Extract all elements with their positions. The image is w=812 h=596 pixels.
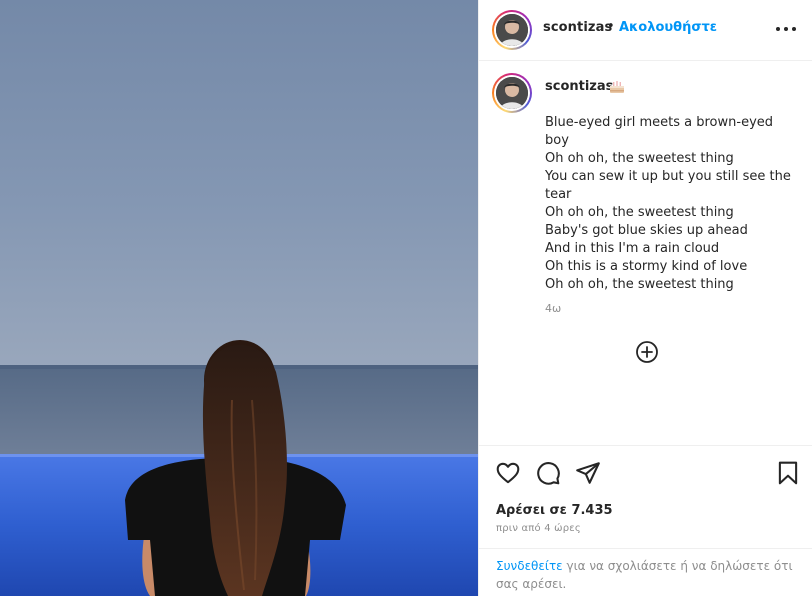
caption-line: Oh this is a stormy kind of love (545, 259, 748, 274)
post-photo[interactable] (0, 0, 478, 596)
bookmark-icon[interactable] (775, 460, 801, 486)
post-username[interactable]: scontizas (543, 20, 612, 35)
caption-timestamp[interactable]: 4ω (545, 302, 561, 315)
login-prompt-text: Συνδεθείτε για να σχολιάσετε ή να δηλώσε… (496, 557, 796, 593)
post-timestamp: πριν από 4 ώρες (496, 523, 581, 534)
avatar[interactable] (492, 10, 532, 50)
share-icon[interactable] (575, 460, 601, 486)
caption-line: Blue-eyed girl meets a brown-eyed (545, 115, 774, 130)
avatar-image (496, 14, 528, 46)
caption-line: Oh oh oh, the sweetest thing (545, 205, 734, 220)
caption-line: Oh oh oh, the sweetest thing (545, 151, 734, 166)
caption-line: Baby's got blue skies up ahead (545, 223, 748, 238)
caption-text: Blue-eyed girl meets a brown-eyed boy Oh… (545, 114, 795, 294)
comment-icon[interactable] (535, 460, 561, 486)
heart-icon[interactable] (495, 460, 521, 486)
login-link[interactable]: Συνδεθείτε (496, 559, 563, 573)
caption-line: You can sew it up but you still see the (545, 169, 791, 184)
separator-dot: • (607, 19, 615, 34)
caption-line: Oh oh oh, the sweetest thing (545, 277, 734, 292)
action-bar: Αρέσει σε 7.435 πριν από 4 ώρες (479, 445, 812, 548)
caption-line: And in this I'm a rain cloud (545, 241, 720, 256)
caption-line: boy (545, 133, 569, 148)
follow-button[interactable]: Ακολουθήστε (619, 20, 717, 35)
comment-login-prompt: Συνδεθείτε για να σχολιάσετε ή να δηλώσε… (479, 548, 812, 596)
likes-count[interactable]: Αρέσει σε 7.435 (496, 503, 613, 518)
more-options-icon[interactable] (775, 22, 797, 36)
post-header: scontizas • Ακολουθήστε (479, 0, 812, 61)
caption-avatar[interactable] (492, 73, 532, 113)
caption-line: tear (545, 187, 572, 202)
cake-emoji-icon (610, 81, 624, 93)
post-side-panel: scontizas • Ακολουθήστε scontizas Blue-e… (478, 0, 812, 596)
post-image (0, 0, 478, 596)
caption-username[interactable]: scontizas (545, 79, 613, 94)
caption-section: scontizas Blue-eyed girl meets a brown-e… (479, 61, 812, 445)
load-more-comments-icon[interactable] (635, 340, 659, 364)
avatar-image (496, 77, 528, 109)
